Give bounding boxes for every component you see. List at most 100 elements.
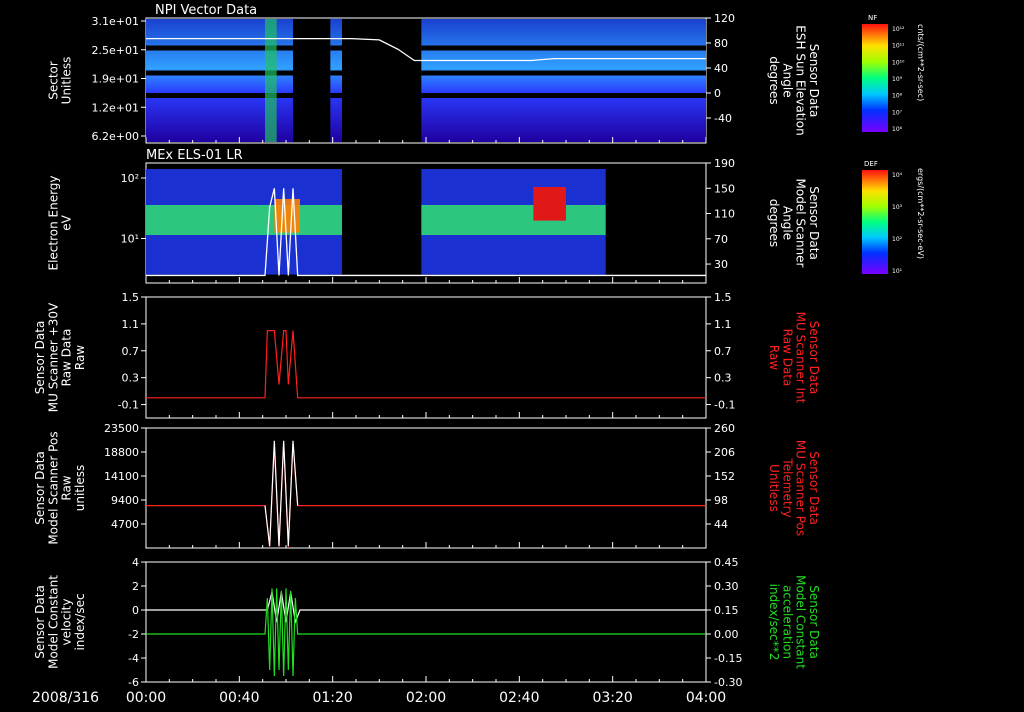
colorbar-tick-label: 10¹⁰ (892, 59, 905, 66)
y-axis-label: Sensor DataModel Scanner PosRawunitless (33, 431, 87, 544)
y-tick-label: 14100 (104, 470, 139, 483)
y-axis-label: Electron EnergyeV (46, 175, 73, 270)
y2-tick-label: 40 (714, 62, 728, 75)
panel-frame (145, 427, 707, 549)
x-tick-label: 01:20 (312, 690, 352, 706)
heatmap-hot-region (533, 187, 566, 221)
y2-tick-label: 0.30 (714, 580, 739, 593)
y-tick-label: 10² (121, 172, 139, 185)
y-tick-label: 23500 (104, 422, 139, 435)
colorbar-tick-label: 10⁹ (892, 76, 903, 83)
colorbar-nf-unit: cnts/(cm**2-sr-sec) (916, 24, 925, 101)
y2-tick-label: 190 (714, 157, 735, 170)
colorbar-tick-label: 10¹ (892, 268, 903, 275)
y2-tick-label: 120 (714, 12, 735, 25)
panel-2: 10² 10¹ 190 150 110 70 30 Electron EnergyeV Sens… (46, 157, 821, 284)
y2-axis-label: Sensor DataMU Scanner IntRaw DataRaw (767, 312, 821, 404)
sector-gap-band (421, 93, 706, 98)
y2-axis-label: Sensor DataModel Constantaccelerationind… (767, 575, 821, 669)
y2-tick-label: 150 (714, 182, 735, 195)
x-tick-label: 02:40 (499, 690, 539, 706)
y2-tick-label: 0.00 (714, 628, 739, 641)
y-tick-label: 1.2e+01 (92, 101, 139, 114)
colorbar-def-title: DEF (864, 160, 878, 168)
sector-gap-band (421, 70, 706, 76)
panel-3: 1.5 1.1 0.7 0.3 -0.1 1.5 1.1 0.7 0.3 -0.1 Sensor D… (33, 291, 821, 419)
y-tick-label: 0.3 (122, 372, 140, 385)
sector-gap-band (330, 70, 342, 76)
y-tick-label: 2 (132, 580, 139, 593)
heatmap-core (146, 205, 342, 235)
colorbar-tick-label: 10¹² (892, 26, 905, 33)
y-tick-label: 9400 (111, 494, 139, 507)
x-tick-label: 00:40 (219, 690, 259, 706)
sector-gap-band (330, 93, 342, 98)
colorbar-tick-label: 10³ (892, 204, 903, 211)
colorbar-def: DEF 10⁴ 10³ 10² 10¹ ergs/(cm**2-sr-sec-eV) (862, 160, 925, 275)
colorbar-nf: NF 10¹² 10¹¹ 10¹⁰ 10⁹ 10⁸ 10⁷ 10⁶ cnts/(cm**2-… (862, 14, 925, 133)
y-tick-label: 1.5 (122, 291, 140, 304)
colorbar-tick-label: 10⁴ (892, 172, 903, 179)
y2-tick-label: 110 (714, 208, 735, 221)
y2-axis-label: Sensor DataModel ScannerAngledegrees (767, 179, 821, 268)
heatmap-burst (265, 19, 277, 142)
y-tick-label: 10¹ (121, 233, 139, 246)
colorbar-tick-label: 10⁸ (892, 93, 903, 100)
y2-tick-label: -0.30 (714, 676, 742, 689)
y2-axis-label: Sensor DataESH Sun ElevationAngledegrees (767, 25, 821, 135)
y-axis-label: Sensor DataMU Scanner +30VRaw DataRaw (33, 302, 87, 412)
chart-stage: NPI Vector Data MEx ELS-01 LR 2008/316 3… (0, 0, 1024, 708)
panel-5: 4 2 0 -2 -4 -6 0.45 0.30 0.15 0.00 -0.15 -0.30 Senso… (33, 556, 821, 689)
colorbar-def-unit: ergs/(cm**2-sr-sec-eV) (916, 168, 925, 259)
y2-tick-label: 30 (714, 258, 728, 271)
panel-frame (145, 561, 707, 683)
y2-tick-label: 0 (714, 87, 721, 100)
y-tick-label: 3.1e+01 (92, 15, 139, 28)
colorbar-tick-label: 10² (892, 236, 903, 243)
colorbar-nf-bar (862, 24, 888, 132)
panel-title-els: MEx ELS-01 LR (146, 148, 243, 163)
colorbar-nf-title: NF (868, 14, 877, 22)
heatmap-hot-region (274, 199, 300, 233)
y-tick-label: 0 (132, 604, 139, 617)
y2-tick-label: 80 (714, 37, 728, 50)
colorbar-tick-label: 10¹¹ (892, 43, 905, 50)
y2-tick-label: 0.15 (714, 604, 739, 617)
sector-gap-band (330, 45, 342, 51)
x-tick-label: 02:00 (406, 690, 446, 706)
y2-tick-label: 70 (714, 233, 728, 246)
y-tick-label: -6 (128, 676, 139, 689)
y2-tick-label: 1.1 (714, 318, 732, 331)
x-tick-label: 04:00 (686, 690, 726, 706)
y2-tick-label: 0.3 (714, 372, 732, 385)
y2-tick-label: 1.5 (714, 291, 732, 304)
y2-tick-label: 98 (714, 494, 728, 507)
x-tick-label: 00:00 (126, 690, 166, 706)
y2-axis-label: Sensor DataMU Scanner PosTelemetryUnitle… (767, 440, 821, 536)
heatmap-block (421, 19, 706, 142)
colorbar-tick-label: 10⁷ (892, 109, 903, 116)
y2-tick-label: 0.45 (714, 556, 739, 569)
y-axis-label: SectorUnitless (46, 57, 73, 105)
colorbar-def-bar (862, 170, 888, 274)
y-tick-label: 18800 (104, 446, 139, 459)
y-tick-label: -2 (128, 628, 139, 641)
y2-tick-label: -0.1 (714, 399, 735, 412)
date-label: 2008/316 (32, 690, 99, 706)
panel-4: 23500 18800 14100 9400 4700 260 206 152 98 44 Sens… (33, 422, 821, 549)
y2-tick-label: -0.15 (714, 652, 742, 665)
y-tick-label: 1.9e+01 (92, 73, 139, 86)
y-tick-label: 6.2e+00 (92, 130, 139, 143)
y2-tick-label: 260 (714, 422, 735, 435)
multi-panel-chart: NPI Vector Data MEx ELS-01 LR 2008/316 3… (32, 3, 925, 706)
x-tick-label: 03:20 (592, 690, 632, 706)
y2-tick-label: 0.7 (714, 345, 732, 358)
panel-1: 3.1e+01 2.5e+01 1.9e+01 1.2e+01 6.2e+00 120 80… (46, 12, 821, 144)
heatmap-block (330, 19, 342, 142)
panel-frame (145, 296, 707, 419)
y-tick-label: -4 (128, 652, 139, 665)
heatmap-core (421, 205, 606, 235)
y2-tick-label: 44 (714, 518, 728, 531)
y-axis-label: Sensor DataModel Constantvelocityindex/s… (33, 575, 87, 669)
y-tick-label: 4 (132, 556, 139, 569)
